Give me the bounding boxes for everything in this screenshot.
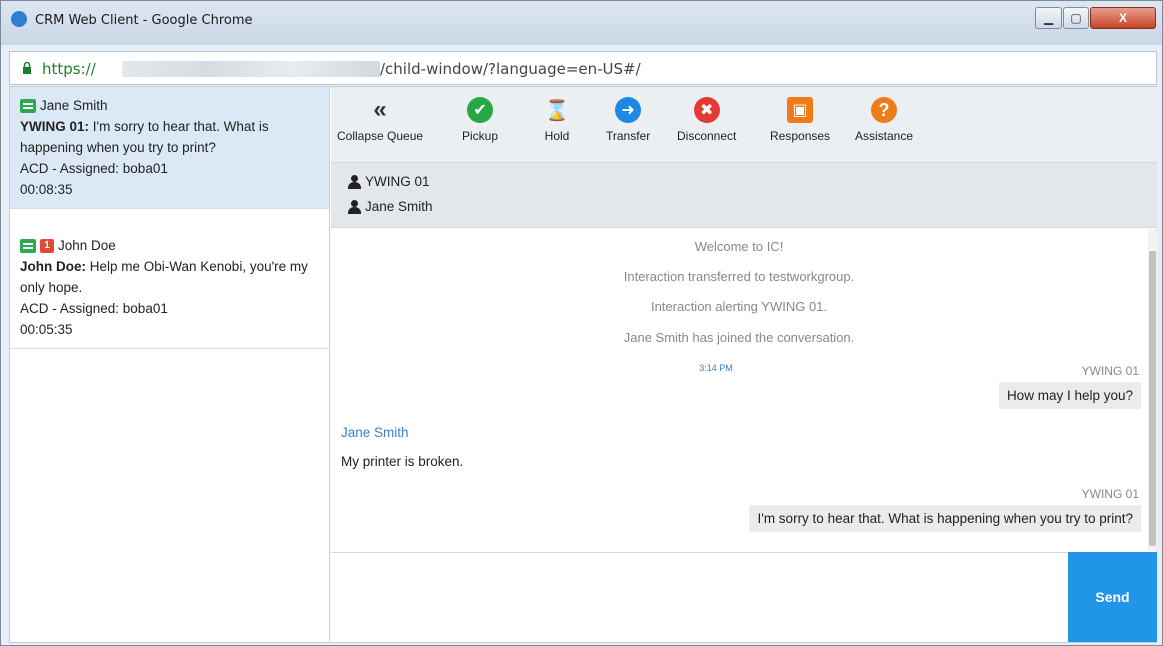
close-button[interactable]: X xyxy=(1090,7,1156,29)
agent-message-bubble: I'm sorry to hear that. What is happenin… xyxy=(749,505,1141,532)
browser-window: CRM Web Client - Google Chrome ▁ ▢ X htt… xyxy=(0,0,1163,646)
interaction-queue: Jane Smith YWING 01: I'm sorry to hear t… xyxy=(10,87,330,642)
responses-icon: ▣ xyxy=(787,97,814,123)
queue-item-name: Jane Smith xyxy=(40,98,108,113)
agent-sender-name: YWING 01 xyxy=(1081,364,1139,378)
chrome-app-icon xyxy=(11,11,27,27)
toolbar-button-label: Collapse Queue xyxy=(337,129,424,143)
maximize-icon: ▢ xyxy=(1070,11,1082,25)
system-message: Interaction alerting YWING 01. xyxy=(650,299,828,314)
url-scheme: https:// xyxy=(42,60,96,78)
queue-item-time: 00:05:35 xyxy=(20,322,73,337)
queue-item-name: John Doe xyxy=(58,238,116,253)
person-icon xyxy=(347,199,361,214)
participant-name: YWING 01 xyxy=(365,174,430,189)
person-icon xyxy=(347,174,361,189)
participant-agent: YWING 01 xyxy=(347,174,430,189)
agent-sender-name: YWING 01 xyxy=(1081,487,1139,501)
queue-item-john-doe[interactable]: 1 John Doe John Doe: Help me Obi-Wan Ken… xyxy=(10,227,329,349)
system-message: Jane Smith has joined the conversation. xyxy=(623,330,855,345)
participants-list: YWING 01 Jane Smith xyxy=(331,162,1157,228)
participant-name: Jane Smith xyxy=(365,199,433,214)
scrollbar-thumb[interactable] xyxy=(1149,251,1156,546)
transcript-scrollbar[interactable] xyxy=(1148,229,1157,551)
toolbar-assistance-button[interactable]: ? Assistance xyxy=(855,97,913,143)
message-input[interactable] xyxy=(331,552,1068,642)
toolbar-pickup-button[interactable]: ✔ Pickup xyxy=(462,97,498,143)
queue-item-status: ACD - Assigned: boba01 xyxy=(20,301,168,316)
system-message: Welcome to IC! xyxy=(694,239,784,254)
queue-item-status: ACD - Assigned: boba01 xyxy=(20,161,168,176)
double-chevron-left-icon: « xyxy=(373,96,387,123)
close-circle-icon: ✖ xyxy=(693,97,720,123)
system-message: Interaction transferred to testworkgroup… xyxy=(623,269,855,284)
minimize-button[interactable]: ▁ xyxy=(1035,7,1062,29)
chat-icon xyxy=(20,238,36,253)
toolbar-transfer-button[interactable]: ➜ Transfer xyxy=(606,97,650,143)
app-content: Jane Smith YWING 01: I'm sorry to hear t… xyxy=(9,86,1157,643)
queue-item-speaker: YWING 01: xyxy=(20,119,90,134)
arrow-right-circle-icon: ➜ xyxy=(615,97,642,123)
toolbar-button-label: Assistance xyxy=(855,129,914,143)
window-title: CRM Web Client - Google Chrome xyxy=(35,13,253,28)
minimize-icon: ▁ xyxy=(1043,11,1054,25)
queue-item-time: 00:08:35 xyxy=(20,182,73,197)
toolbar-button-label: Hold xyxy=(544,129,570,143)
toolbar-button-label: Transfer xyxy=(606,129,651,143)
participant-customer: Jane Smith xyxy=(347,199,433,214)
toolbar-disconnect-button[interactable]: ✖ Disconnect xyxy=(677,97,736,143)
unread-badge: 1 xyxy=(40,238,54,253)
conversation-panel: « Collapse Queue ✔ Pickup ⌛ Hold ➜ Transfer ✖ Dis… xyxy=(331,87,1157,642)
message-timestamp: 3:14 PM xyxy=(699,363,733,373)
queue-item-speaker: John Doe: xyxy=(20,259,86,274)
send-button[interactable]: Send xyxy=(1068,552,1157,642)
address-bar[interactable]: https:// /child-window/?language=en-US#/ xyxy=(9,51,1157,85)
toolbar-responses-button[interactable]: ▣ Responses xyxy=(770,97,830,143)
title-bar[interactable]: CRM Web Client - Google Chrome ▁ ▢ X xyxy=(1,1,1162,45)
help-icon: ? xyxy=(871,97,898,123)
maximize-button[interactable]: ▢ xyxy=(1063,7,1089,29)
url-path: /child-window/?language=en-US#/ xyxy=(380,60,641,78)
redacted-host xyxy=(122,61,380,77)
action-toolbar: « Collapse Queue ✔ Pickup ⌛ Hold ➜ Transfer ✖ Dis… xyxy=(331,87,1157,162)
lock-icon xyxy=(23,62,31,74)
toolbar-hold-button[interactable]: ⌛ Hold xyxy=(544,97,570,144)
check-circle-icon: ✔ xyxy=(467,97,494,123)
customer-sender-name: Jane Smith xyxy=(341,425,409,440)
hourglass-icon: ⌛ xyxy=(544,99,570,122)
toolbar-button-label: Pickup xyxy=(462,129,499,143)
toolbar-collapse-queue-button[interactable]: « Collapse Queue xyxy=(337,96,424,143)
chat-transcript[interactable]: Welcome to IC! Interaction transferred t… xyxy=(331,229,1147,551)
queue-item-jane-smith[interactable]: Jane Smith YWING 01: I'm sorry to hear t… xyxy=(10,87,329,209)
agent-message-bubble: How may I help you? xyxy=(998,382,1141,409)
toolbar-button-label: Disconnect xyxy=(677,129,737,143)
customer-message: My printer is broken. xyxy=(341,454,464,469)
chat-icon xyxy=(20,98,36,113)
toolbar-button-label: Responses xyxy=(770,129,831,143)
